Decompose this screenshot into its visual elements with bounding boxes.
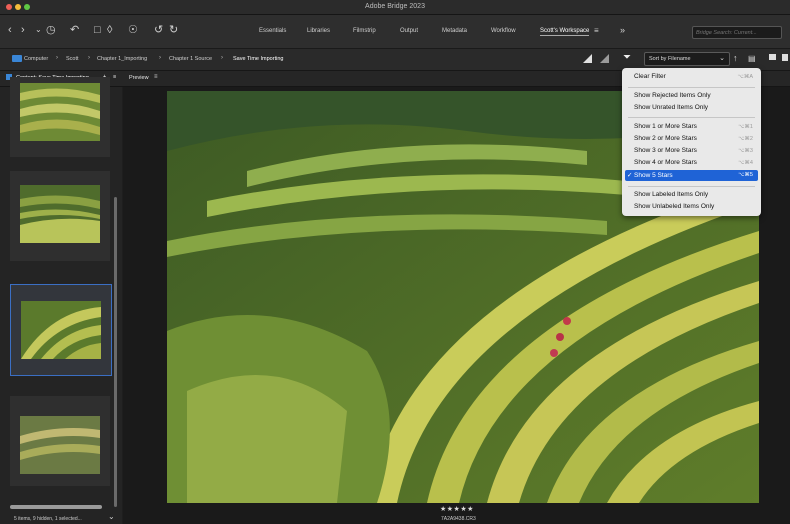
workspace-libraries[interactable]: Libraries [307,28,330,34]
filter-menu: Clear Filter ⌥⌘A Show Rejected Items Onl… [622,68,761,216]
shortcut-5-stars: ⌥⌘5 [738,172,753,178]
search-input[interactable] [693,27,776,37]
shortcut-clear-filter: ⌥⌘A [737,74,753,80]
menu-item-2-stars[interactable]: Show 2 or More Stars [634,135,697,142]
more-workspaces-icon[interactable]: » [620,24,625,36]
shortcut-3-stars: ⌥⌘3 [738,148,753,154]
folder-icon [12,55,22,62]
sort-ascending-icon[interactable]: ↑ [733,53,738,63]
workspace-filmstrip[interactable]: Filmstrip [353,28,376,34]
shortcut-1-star: ⌥⌘1 [738,124,753,130]
menu-item-clear-filter[interactable]: Clear Filter [634,73,666,80]
thumbnail-image [21,301,101,359]
new-folder-icon[interactable] [769,54,776,60]
rating-filter-icon[interactable] [600,54,609,63]
chevron-down-icon: ⌄ [719,55,725,62]
search-box[interactable] [692,26,782,39]
workspace-metadata[interactable]: Metadata [442,28,467,34]
forward-icon[interactable]: › [21,24,25,36]
recent-icon[interactable]: ◷ [46,24,56,36]
rotate-left-icon[interactable]: ↺ [154,24,163,36]
workspace-workflow[interactable]: Workflow [491,28,516,34]
chevron-down-icon[interactable]: ⌄ [35,24,42,36]
menu-divider [628,186,755,187]
quality-icon[interactable] [583,54,592,63]
breadcrumb-scott[interactable]: Scott [66,56,79,62]
boomerang-icon[interactable]: ↶ [70,24,79,36]
chevron-right-icon: › [159,55,161,61]
horizontal-scrollbar[interactable] [10,505,102,509]
main-toolbar: ‹ › ⌄ ◷ ↶ □ ◊ ☉ ↺ ↻ Essentials Libraries… [0,15,790,49]
menu-item-rejected[interactable]: Show Rejected Items Only [634,92,711,99]
thumbnail-item[interactable] [10,171,110,261]
panel-menu-icon[interactable]: ≡ [113,74,116,80]
chevron-right-icon: › [221,55,223,61]
workspace-scotts[interactable]: Scott's Workspace [540,28,590,36]
menu-item-4-stars[interactable]: Show 4 or More Stars [634,159,697,166]
camera-icon[interactable]: □ [94,24,101,36]
thumbnail-image [20,185,100,243]
rating-stars[interactable]: ★★★★★ [440,505,474,513]
workspace-essentials[interactable]: Essentials [259,28,286,34]
checkmark-icon: ✓ [627,172,633,179]
sort-dropdown-value: Sort by Filename [649,56,691,62]
thumbnail-item[interactable] [10,396,110,486]
menu-item-5-stars: Show 5 Stars [634,172,673,179]
window-title: Adobe Bridge 2023 [365,3,425,10]
menu-item-unlabeled[interactable]: Show Unlabeled Items Only [634,203,714,210]
thumbnail-image [20,83,100,141]
menu-divider [628,117,755,118]
sort-dropdown[interactable]: Sort by Filename ⌄ [644,52,730,66]
back-icon[interactable]: ‹ [8,24,12,36]
shortcut-4-stars: ⌥⌘4 [738,160,753,166]
menu-divider [628,87,755,88]
rotate-right-icon[interactable]: ↻ [169,24,178,36]
breadcrumb-chapter1-importing[interactable]: Chapter 1_Importing [97,56,147,62]
trash-icon[interactable] [782,54,788,61]
menu-item-3-stars[interactable]: Show 3 or More Stars [634,147,697,154]
thumbnail-item[interactable] [10,77,110,157]
workspace-menu-icon[interactable]: ≡ [594,25,599,37]
creative-cloud-icon[interactable]: ☉ [128,24,138,36]
breadcrumb-save-time-importing[interactable]: Save Time Importing [233,56,283,62]
menu-item-5-stars-highlight[interactable]: ✓ Show 5 Stars ⌥⌘5 [625,170,758,181]
refine-icon[interactable]: ◊ [107,24,112,36]
menu-item-unrated[interactable]: Show Unrated Items Only [634,104,708,111]
open-recent-icon[interactable]: ▤ [748,54,756,63]
chevron-down-icon[interactable]: ⌄ [108,512,115,521]
chevron-right-icon: › [56,55,58,61]
breadcrumb-computer[interactable]: Computer [24,56,48,62]
panel-menu-icon[interactable]: ≡ [154,74,158,80]
preview-filename: 7A2A9438.CR3 [441,516,476,522]
thumbnail-item-selected[interactable] [10,284,112,376]
tab-preview[interactable]: Preview [129,75,149,81]
content-panel [0,77,122,524]
shortcut-2-stars: ⌥⌘2 [738,136,753,142]
menu-item-labeled[interactable]: Show Labeled Items Only [634,191,708,198]
vertical-scrollbar[interactable] [114,197,117,507]
workspace-output[interactable]: Output [400,28,418,34]
title-bar: Adobe Bridge 2023 [0,0,790,15]
breadcrumb-chapter1-source[interactable]: Chapter 1 Source [169,56,212,62]
status-text: 5 items, 9 hidden, 1 selected... [14,516,82,522]
filter-icon[interactable]: ⏷ [623,52,631,63]
thumbnail-image [20,416,100,474]
chevron-right-icon: › [88,55,90,61]
menu-item-1-star[interactable]: Show 1 or More Stars [634,123,697,130]
